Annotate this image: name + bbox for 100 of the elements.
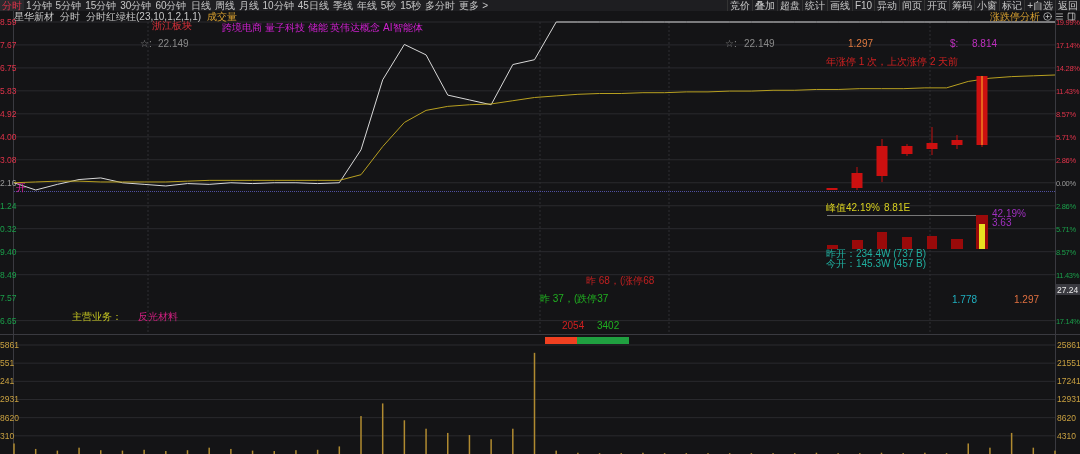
price-axis-label: 7.67 bbox=[0, 40, 17, 50]
period-tab[interactable]: 年线 bbox=[354, 0, 379, 11]
seal-bar bbox=[951, 239, 963, 249]
volume-axis-label: 12931 bbox=[1057, 394, 1080, 405]
volume-label: 成交量 bbox=[207, 11, 238, 22]
toolbar-button[interactable]: 标记 bbox=[999, 0, 1025, 11]
period-tab[interactable]: 周线 bbox=[212, 0, 237, 11]
price-axis-label: 0.32 bbox=[0, 224, 17, 234]
period-tab[interactable]: 10分钟 bbox=[260, 0, 296, 11]
price-axis-label: 4.00 bbox=[0, 132, 17, 142]
price-axis-label: 1.24 bbox=[0, 201, 17, 211]
candle bbox=[851, 166, 863, 191]
candle bbox=[901, 143, 913, 157]
toolbar-button[interactable]: 筹码 bbox=[949, 0, 975, 11]
chart-annotation: 1.297 bbox=[848, 38, 874, 49]
volume-axis-label: 25861 bbox=[1057, 340, 1080, 350]
volume-axis-label: 2931 bbox=[0, 394, 19, 405]
seal-bar bbox=[976, 215, 988, 249]
period-tab[interactable]: 15分钟 bbox=[83, 0, 119, 11]
period-tab[interactable]: 45日线 bbox=[295, 0, 331, 11]
chart-annotation: 8.814 bbox=[972, 38, 998, 49]
seal-bar bbox=[827, 245, 838, 249]
period-tab[interactable]: 5分钟 bbox=[53, 0, 84, 11]
toolbar-button[interactable]: 小窗 bbox=[974, 0, 1000, 11]
chart-annotation: 1.778 bbox=[952, 294, 978, 305]
chart-annotation: 浙江板块 bbox=[152, 20, 192, 31]
volume-bar bbox=[316, 449, 319, 454]
toolbar-button[interactable]: 竞价 bbox=[726, 0, 752, 11]
down-count: 3402 bbox=[597, 321, 620, 331]
price-axis-label: 2.16 bbox=[0, 178, 17, 188]
volume-axis-label: 17241 bbox=[1057, 376, 1080, 387]
up-count: 2054 bbox=[562, 321, 585, 331]
period-tab[interactable]: 5秒 bbox=[378, 0, 399, 11]
chart-annotation: 主营业务： bbox=[72, 311, 122, 322]
period-tab[interactable]: 15秒 bbox=[398, 0, 424, 11]
period-tab[interactable]: 多分时 bbox=[423, 0, 458, 11]
chart-annotation: ☆: bbox=[725, 38, 737, 49]
period-tab[interactable]: 60分钟 bbox=[153, 0, 189, 11]
prev-open-label: 昨开：234.4W (737 B) bbox=[826, 249, 927, 259]
toolbar-button[interactable]: 异动 bbox=[874, 0, 900, 11]
period-tab[interactable]: 30分钟 bbox=[118, 0, 154, 11]
toolbar-button[interactable]: 叠加 bbox=[751, 0, 777, 11]
volume-bar bbox=[338, 446, 341, 454]
volume-bar bbox=[1010, 432, 1013, 454]
toolbar-button[interactable]: +自选 bbox=[1024, 0, 1055, 11]
seal-bar bbox=[852, 240, 863, 249]
price-axis-label: 5.83 bbox=[0, 86, 17, 96]
volume-axis-label: 551 bbox=[0, 358, 15, 369]
volume-bar bbox=[34, 448, 37, 454]
add-icon[interactable] bbox=[1043, 12, 1052, 21]
panel-icon[interactable] bbox=[1067, 12, 1076, 21]
chart-annotation: 22.149 bbox=[744, 38, 775, 49]
stock-name: 星华新材 bbox=[14, 11, 54, 22]
volume-bar bbox=[403, 420, 406, 454]
ratio-label: 42.19% bbox=[992, 209, 1026, 219]
toolbar-button[interactable]: 统计 bbox=[801, 0, 827, 11]
seal-bar bbox=[877, 232, 887, 249]
today-open-label: 今开：145.3W (457 B) bbox=[826, 259, 927, 269]
chart-annotation: 跨境电商 量子科技 储能 英伟达概念 AI智能体 bbox=[222, 22, 423, 33]
volume-bar bbox=[121, 450, 124, 454]
period-tab[interactable]: 月线 bbox=[236, 0, 261, 11]
menu-icon[interactable] bbox=[1055, 12, 1064, 21]
candle bbox=[826, 187, 838, 191]
volume-axis-label: 310 bbox=[0, 430, 15, 441]
candle bbox=[951, 134, 963, 150]
chart-annotation: 反光材料 bbox=[138, 311, 178, 322]
period-tab[interactable]: 季线 bbox=[330, 0, 355, 11]
limit-summary: 年涨停 1 次，上次涨停 2 天前 bbox=[826, 56, 959, 67]
chart-annotation: 1.297 bbox=[1014, 294, 1040, 305]
toolbar-button[interactable]: 超盘 bbox=[776, 0, 802, 11]
toolbar-button[interactable]: F10 bbox=[851, 0, 875, 11]
chart-annotation: ☆: bbox=[140, 38, 152, 49]
volume-bar bbox=[381, 403, 384, 454]
period-tab[interactable]: 日线 bbox=[188, 0, 213, 11]
volume-axis-label: 21551 bbox=[1057, 358, 1080, 369]
volume-axis-label: 4310 bbox=[1057, 430, 1076, 441]
volume-bar bbox=[1032, 447, 1035, 454]
candle bbox=[976, 76, 988, 148]
volume-bar bbox=[186, 450, 189, 454]
price-axis-label: 7.57 bbox=[0, 293, 17, 303]
indicator-label: 分时红绿柱(23,10,1,2,1,1) bbox=[86, 11, 202, 22]
price-axis-label: 6.65 bbox=[0, 316, 17, 326]
chart-annotation: 开 bbox=[16, 182, 26, 193]
toolbar-button[interactable]: 画线 bbox=[826, 0, 852, 11]
price-axis-label: 6.75 bbox=[0, 63, 17, 73]
toolbar-button[interactable]: 间页 bbox=[899, 0, 925, 11]
price-axis-label: 9.40 bbox=[0, 247, 17, 257]
volume-bar bbox=[251, 450, 254, 454]
volume-bar bbox=[56, 450, 59, 454]
chart-annotation: 昨 68，(涨停68 bbox=[586, 275, 655, 286]
period-tab[interactable]: 1分钟 bbox=[24, 0, 54, 11]
period-tab[interactable]: 更多 > bbox=[457, 0, 491, 11]
toolbar-button[interactable]: 返回 bbox=[1055, 0, 1080, 11]
volume-bar bbox=[468, 435, 471, 454]
price-axis-label: 3.08 bbox=[0, 155, 17, 165]
panel-title[interactable]: 涨跌停分析 bbox=[990, 11, 1040, 22]
chart-annotation: $: bbox=[950, 38, 959, 49]
volume-axis-label: 241 bbox=[0, 376, 15, 387]
current-price-marker: 27.24 bbox=[1056, 284, 1080, 295]
toolbar-button[interactable]: 开页 bbox=[924, 0, 950, 11]
